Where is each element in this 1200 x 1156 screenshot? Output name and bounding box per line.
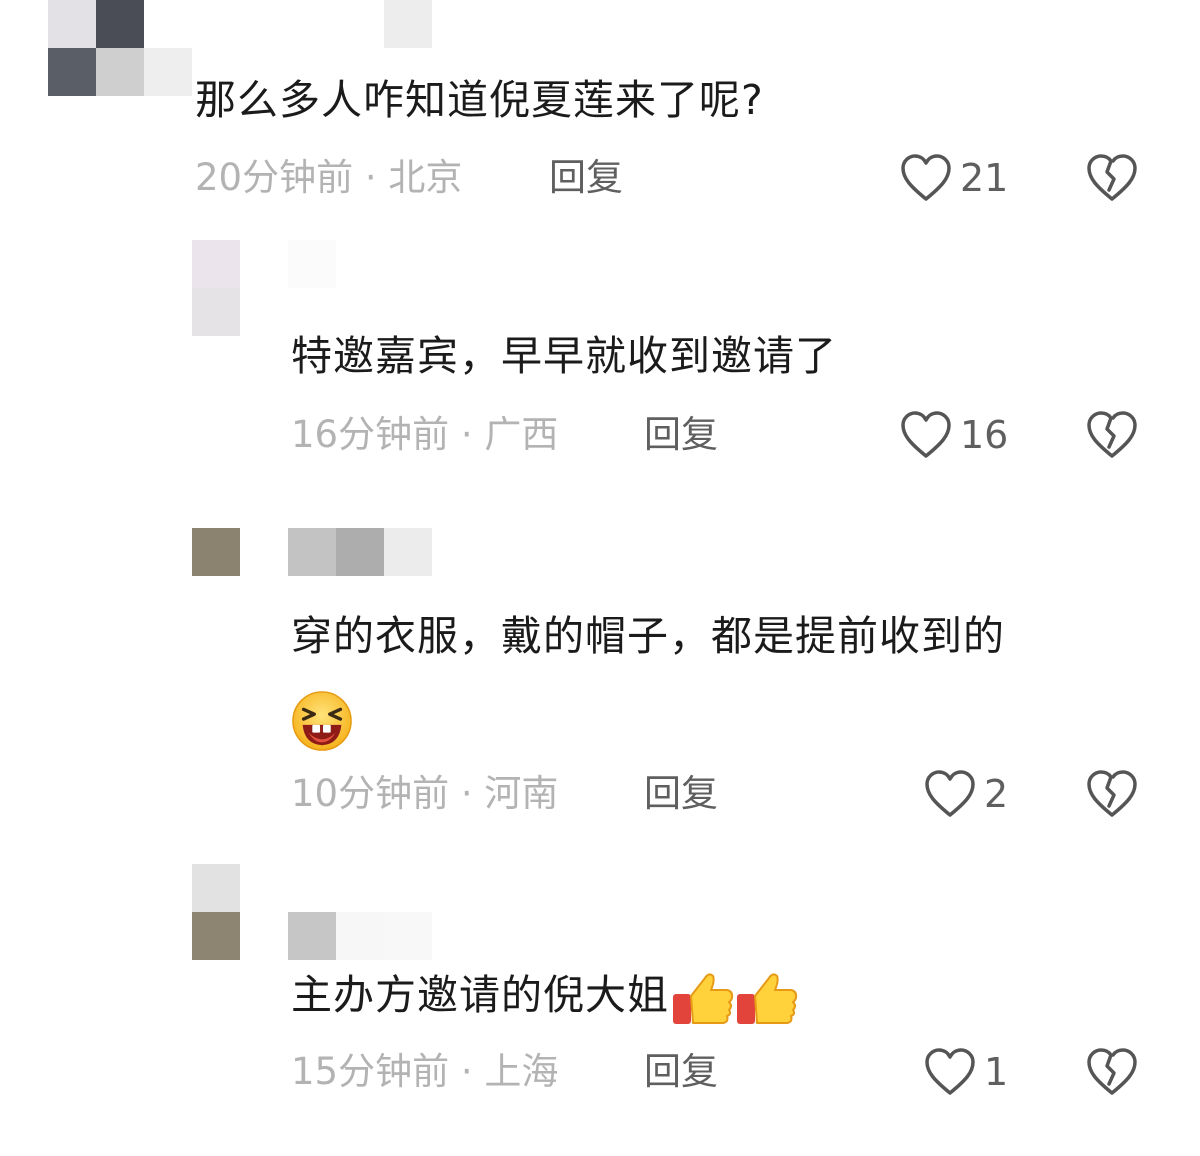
comment-meta: 15分钟前 · 上海	[291, 1050, 558, 1094]
comment-2: 特邀嘉宾，早早就收到邀请了 16分钟前 · 广西 回复 16	[0, 240, 1200, 490]
comment-location: 广西	[484, 413, 559, 456]
comment-meta: 16分钟前 · 广西	[291, 413, 558, 457]
like-count: 2	[984, 772, 1009, 816]
broken-heart-icon[interactable]	[1086, 409, 1138, 461]
like-count: 1	[984, 1050, 1009, 1094]
comment-4: 主办方邀请的倪大姐 15分钟前 · 上海 回复 1	[0, 864, 1200, 1144]
comment-location: 北京	[388, 156, 463, 199]
comment-time: 20分钟前	[195, 156, 354, 199]
avatar[interactable]	[192, 528, 240, 576]
comment-location: 上海	[484, 1050, 559, 1093]
username[interactable]	[288, 912, 432, 960]
comment-meta: 10分钟前 · 河南	[291, 772, 558, 816]
reply-button[interactable]: 回复	[644, 1050, 718, 1094]
avatar[interactable]	[48, 0, 192, 96]
comment-1: 那么多人咋知道倪夏莲来了呢? 20分钟前 · 北京 回复 21	[0, 0, 1200, 220]
comment-emoji-line	[291, 690, 1005, 770]
reply-button[interactable]: 回复	[644, 413, 718, 457]
reply-button[interactable]: 回复	[644, 772, 718, 816]
like-button[interactable]: 2	[924, 767, 1008, 821]
comment-time: 16分钟前	[291, 413, 450, 456]
meta-separator: ·	[449, 413, 485, 456]
username[interactable]	[288, 528, 432, 576]
heart-outline-icon	[925, 770, 975, 817]
meta-separator: ·	[449, 1050, 485, 1093]
reply-button[interactable]: 回复	[549, 156, 623, 200]
comment-time: 15分钟前	[291, 1050, 450, 1093]
like-button[interactable]: 16	[900, 408, 1008, 462]
meta-separator: ·	[449, 772, 485, 815]
broken-heart-icon[interactable]	[1086, 1046, 1138, 1098]
comment-meta: 20分钟前 · 北京	[195, 156, 462, 200]
like-count: 16	[960, 413, 1009, 457]
broken-heart-icon[interactable]	[1086, 768, 1138, 820]
comment-text: 那么多人咋知道倪夏莲来了呢?	[195, 76, 764, 124]
comment-text: 主办方邀请的倪大姐	[291, 968, 799, 1028]
thumbs-up-emoji	[673, 973, 734, 1024]
like-count: 21	[960, 156, 1009, 200]
laughing-face-emoji	[292, 691, 352, 751]
broken-heart-icon[interactable]	[1086, 152, 1138, 204]
heart-outline-icon	[901, 154, 951, 201]
comment-time: 10分钟前	[291, 772, 450, 815]
avatar[interactable]	[192, 864, 240, 960]
comment-text: 穿的衣服，戴的帽子，都是提前收到的	[291, 610, 1005, 770]
like-button[interactable]: 1	[924, 1045, 1008, 1099]
username[interactable]	[384, 0, 432, 48]
comment-text-line: 穿的衣服，戴的帽子，都是提前收到的	[291, 612, 1005, 660]
username[interactable]	[288, 240, 336, 288]
comment-3: 穿的衣服，戴的帽子，都是提前收到的 10分钟前 · 河南 回复 2	[0, 528, 1200, 838]
meta-separator: ·	[353, 156, 389, 199]
heart-outline-icon	[925, 1048, 975, 1095]
comment-text: 特邀嘉宾，早早就收到邀请了	[291, 332, 837, 380]
heart-outline-icon	[901, 411, 951, 458]
thumbs-up-emoji	[737, 973, 798, 1024]
avatar[interactable]	[192, 240, 240, 336]
like-button[interactable]: 21	[900, 151, 1008, 205]
comment-location: 河南	[484, 772, 559, 815]
comment-text-line: 主办方邀请的倪大姐	[291, 971, 669, 1019]
